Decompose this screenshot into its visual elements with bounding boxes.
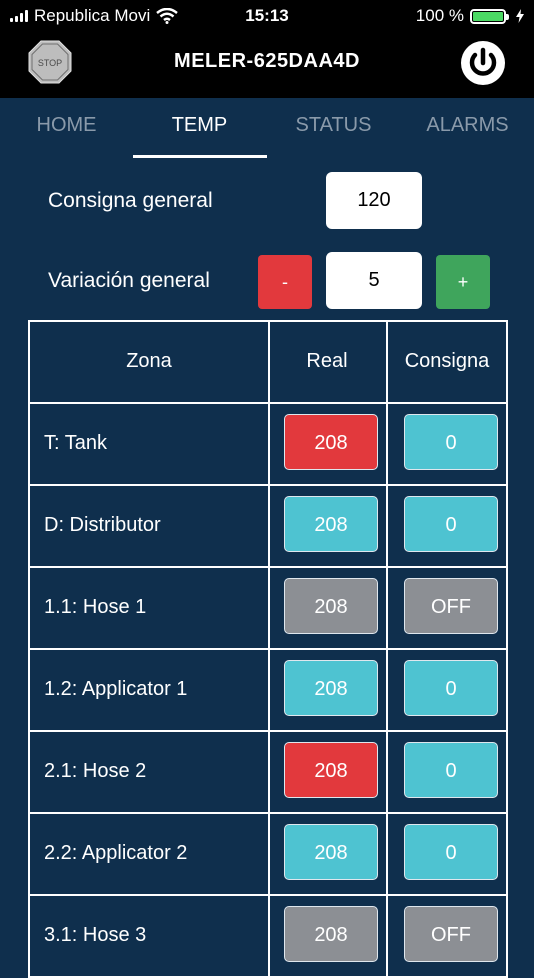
consigna-general-label: Consigna general bbox=[48, 189, 213, 212]
zone-label: 2.1: Hose 2 bbox=[44, 760, 147, 782]
real-temp-button[interactable]: 208 bbox=[284, 906, 378, 962]
increase-button[interactable]: + bbox=[436, 255, 490, 309]
table-row: T: Tank 208 0 bbox=[28, 404, 508, 486]
device-title: MELER-625DAA4D bbox=[174, 50, 360, 72]
zone-label: 2.2: Applicator 2 bbox=[44, 842, 188, 864]
real-temp-button[interactable]: 208 bbox=[284, 742, 378, 798]
variacion-general-input[interactable]: 5 bbox=[326, 252, 422, 309]
setpoint-button[interactable]: OFF bbox=[404, 578, 498, 634]
tab-home[interactable]: HOME bbox=[0, 114, 133, 137]
real-temp-button[interactable]: 208 bbox=[284, 578, 378, 634]
table-row: 1.1: Hose 1 208 OFF bbox=[28, 568, 508, 650]
header-zona: Zona bbox=[126, 350, 172, 372]
table-row: 3.1: Hose 3 208 OFF bbox=[28, 896, 508, 978]
table-row: 2.2: Applicator 2 208 0 bbox=[28, 814, 508, 896]
zone-label: 1.2: Applicator 1 bbox=[44, 678, 188, 700]
setpoint-button[interactable]: 0 bbox=[404, 742, 498, 798]
battery-icon bbox=[470, 8, 509, 24]
zone-label: T: Tank bbox=[44, 432, 107, 454]
zone-label: D: Distributor bbox=[44, 514, 161, 536]
status-bar: Republica Movi 15:13 100 % bbox=[0, 0, 534, 32]
variacion-general-row: Variación general - 5 + bbox=[0, 252, 534, 310]
setpoint-button[interactable]: 0 bbox=[404, 660, 498, 716]
zones-table: Zona Real Consigna T: Tank 208 0 D: Dist… bbox=[28, 320, 508, 978]
table-row: 1.2: Applicator 1 208 0 bbox=[28, 650, 508, 732]
setpoint-button[interactable]: 0 bbox=[404, 414, 498, 470]
power-icon bbox=[461, 41, 505, 85]
decrease-button[interactable]: - bbox=[258, 255, 312, 309]
setpoint-button[interactable]: OFF bbox=[404, 906, 498, 962]
tab-temp[interactable]: TEMP bbox=[133, 114, 266, 137]
battery-percentage: 100 % bbox=[415, 6, 464, 25]
table-row: D: Distributor 208 0 bbox=[28, 486, 508, 568]
zone-label: 1.1: Hose 1 bbox=[44, 596, 147, 618]
consigna-general-row: Consigna general 120 bbox=[0, 172, 534, 230]
tab-bar: HOME TEMP STATUS ALARMS bbox=[0, 98, 534, 160]
real-temp-button[interactable]: 208 bbox=[284, 824, 378, 880]
table-row: 2.1: Hose 2 208 0 bbox=[28, 732, 508, 814]
header-real: Real bbox=[306, 350, 348, 372]
real-temp-button[interactable]: 208 bbox=[284, 660, 378, 716]
zone-label: 3.1: Hose 3 bbox=[44, 924, 147, 946]
setpoint-button[interactable]: 0 bbox=[404, 824, 498, 880]
tab-alarms[interactable]: ALARMS bbox=[401, 114, 534, 137]
header-consigna: Consigna bbox=[404, 350, 490, 372]
setpoint-button[interactable]: 0 bbox=[404, 496, 498, 552]
consigna-general-input[interactable]: 120 bbox=[326, 172, 422, 229]
status-right: 100 % bbox=[416, 6, 524, 26]
charging-bolt-icon bbox=[516, 9, 524, 23]
active-tab-indicator bbox=[133, 155, 267, 158]
real-temp-button[interactable]: 208 bbox=[284, 414, 378, 470]
table-header-row: Zona Real Consigna bbox=[28, 322, 508, 404]
power-button[interactable] bbox=[460, 40, 506, 86]
real-temp-button[interactable]: 208 bbox=[284, 496, 378, 552]
app-header: STOP MELER-625DAA4D bbox=[0, 32, 534, 98]
tab-status[interactable]: STATUS bbox=[267, 114, 400, 137]
variacion-general-label: Variación general bbox=[48, 269, 210, 292]
